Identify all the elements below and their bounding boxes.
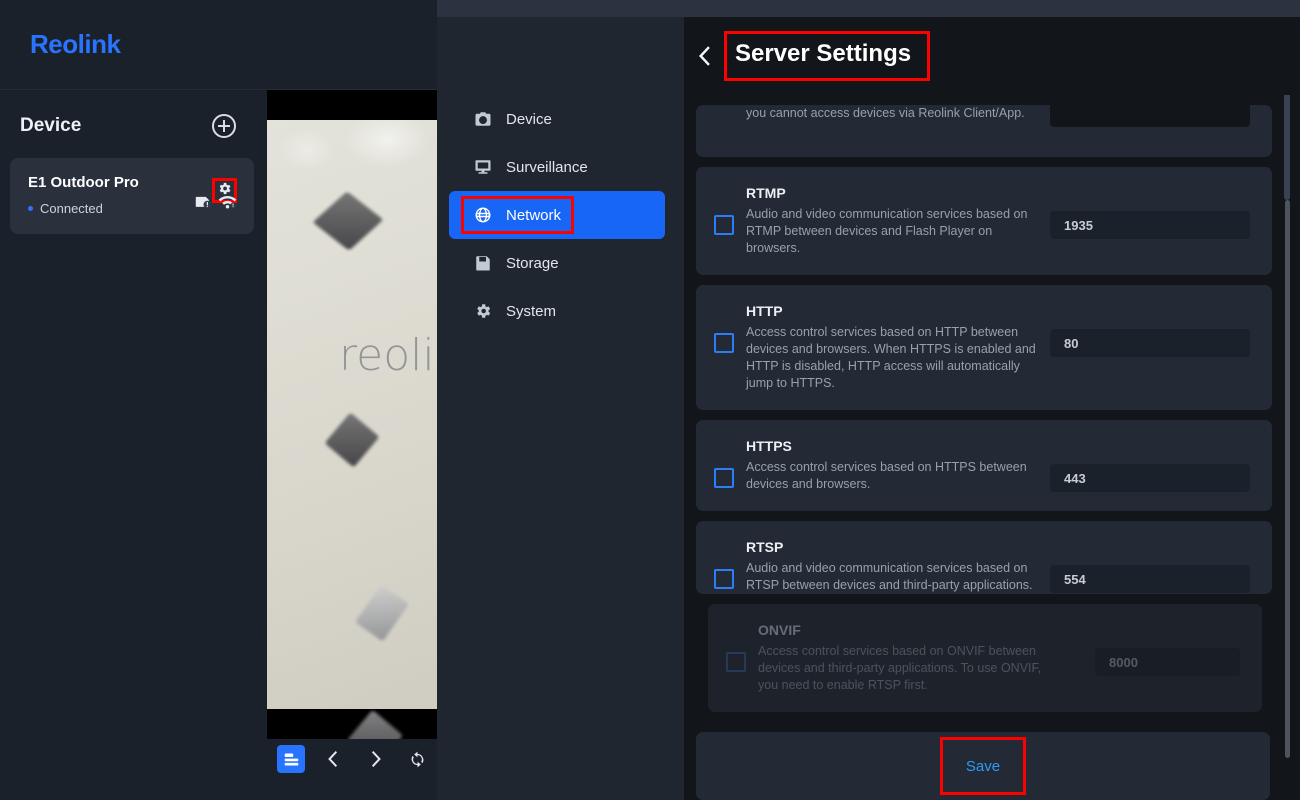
save-button[interactable]: Save	[943, 740, 1023, 792]
sidebar-item-label: Network	[506, 206, 562, 224]
http-description: Access control services based on HTTP be…	[746, 325, 1036, 390]
partial-card-uid: you cannot access devices via Reolink Cl…	[696, 105, 1272, 157]
rtmp-text: RTMP Audio and video communication servi…	[746, 185, 1050, 257]
scene-object-4	[346, 709, 404, 739]
rtsp-description: Audio and video communication services b…	[746, 561, 1033, 592]
video-preview-panel: reolin	[267, 89, 437, 800]
sd-card-warning-icon	[195, 194, 212, 214]
partial-card-text: you cannot access devices via Reolink Cl…	[746, 105, 1050, 122]
add-device-button[interactable]	[212, 114, 236, 138]
video-player[interactable]: reolin	[267, 90, 437, 739]
device-status-label: Connected	[40, 201, 103, 216]
content-header: Server Settings	[684, 17, 1300, 95]
partial-card-field[interactable]	[1050, 105, 1250, 127]
device-card-icons	[195, 194, 237, 214]
onvif-description: Access control services based on ONVIF b…	[758, 644, 1042, 692]
footer-bar: Save	[696, 732, 1270, 800]
https-checkbox[interactable]	[714, 468, 734, 488]
sidebar-item-label: System	[506, 302, 557, 320]
status-dot	[28, 206, 33, 211]
monitor-icon	[474, 158, 493, 177]
settings-scroll-area[interactable]: you cannot access devices via Reolink Cl…	[684, 17, 1300, 722]
scene-object-1	[312, 191, 384, 251]
rtsp-label: RTSP	[746, 539, 784, 555]
rtmp-port-input[interactable]: 1935	[1050, 211, 1250, 239]
wifi-icon	[218, 194, 237, 214]
device-card-e1-outdoor-pro[interactable]: E1 Outdoor Pro Connected	[10, 158, 254, 234]
brand-bar: Reolink	[0, 0, 437, 88]
sidebar-item-surveillance[interactable]: Surveillance	[449, 143, 665, 191]
layout-button[interactable]	[277, 745, 305, 773]
floppy-disk-icon	[474, 254, 493, 273]
http-port-input[interactable]: 80	[1050, 329, 1250, 357]
http-checkbox[interactable]	[714, 333, 734, 353]
sidebar-item-device[interactable]: Device	[449, 95, 665, 143]
next-button[interactable]	[361, 745, 389, 773]
sidebar-item-system[interactable]: System	[449, 287, 665, 335]
settings-modal: Device Surveillance Network Storage Syst…	[437, 0, 1300, 800]
service-card-https: HTTPS Access control services based on H…	[696, 420, 1272, 511]
globe-icon	[474, 206, 493, 225]
gear-icon	[474, 302, 493, 321]
https-port-input[interactable]: 443	[1050, 464, 1250, 492]
device-sidebar-title: Device	[20, 115, 82, 136]
camera-live-image: reolin	[267, 120, 437, 739]
back-chevron-icon[interactable]	[692, 41, 718, 71]
device-sidebar: Device E1 Outdoor Pro Connected	[0, 89, 266, 800]
refresh-button[interactable]	[403, 745, 431, 773]
previous-button[interactable]	[319, 745, 347, 773]
video-watermark: reolin	[339, 330, 437, 381]
service-card-onvif: ONVIF Access control services based on O…	[708, 604, 1262, 712]
rtmp-description: Audio and video communication services b…	[746, 207, 1028, 255]
sidebar-item-storage[interactable]: Storage	[449, 239, 665, 287]
partial-card-desc: you cannot access devices via Reolink Cl…	[746, 106, 1025, 120]
http-label: HTTP	[746, 303, 783, 319]
content-scrollbar-thumb[interactable]	[1285, 200, 1290, 758]
service-card-rtsp: RTSP Audio and video communication servi…	[696, 521, 1272, 594]
service-card-rtmp: RTMP Audio and video communication servi…	[696, 167, 1272, 275]
onvif-text: ONVIF Access control services based on O…	[758, 622, 1095, 694]
modal-titlebar	[437, 0, 1300, 17]
save-button-highlight: Save	[940, 737, 1026, 795]
reolink-logo: Reolink	[30, 28, 121, 59]
sidebar-item-label: Surveillance	[506, 158, 588, 176]
rtmp-label: RTMP	[746, 185, 786, 201]
rtsp-text: RTSP Audio and video communication servi…	[746, 539, 1050, 594]
rtsp-checkbox[interactable]	[714, 569, 734, 589]
http-text: HTTP Access control services based on HT…	[746, 303, 1050, 392]
scene-object-3	[354, 584, 410, 642]
https-text: HTTPS Access control services based on H…	[746, 438, 1050, 493]
camera-icon	[474, 110, 493, 129]
rtsp-port-input[interactable]: 554	[1050, 565, 1250, 593]
rtmp-checkbox[interactable]	[714, 215, 734, 235]
app-root: Reolink Device E1 Outdoor Pro Connected	[0, 0, 1300, 800]
device-name: E1 Outdoor Pro	[28, 174, 139, 191]
page-title-highlight: Server Settings	[724, 31, 931, 81]
onvif-checkbox[interactable]	[726, 652, 746, 672]
modal-body: Device Surveillance Network Storage Syst…	[437, 17, 1300, 800]
sidebar-item-network[interactable]: Network	[449, 191, 665, 239]
settings-footer: Save	[684, 722, 1300, 800]
onvif-label: ONVIF	[758, 622, 801, 638]
sidebar-item-label: Device	[506, 110, 552, 128]
service-card-http: HTTP Access control services based on HT…	[696, 285, 1272, 410]
page-title: Server Settings	[735, 40, 912, 67]
sidebar-item-label: Storage	[506, 254, 559, 272]
device-sidebar-header: Device	[0, 90, 266, 138]
settings-content: Server Settings you cannot access device…	[684, 17, 1300, 800]
https-description: Access control services based on HTTPS b…	[746, 460, 1027, 491]
scene-object-2	[324, 412, 380, 468]
settings-nav: Device Surveillance Network Storage Syst…	[437, 17, 684, 800]
https-label: HTTPS	[746, 438, 792, 454]
video-toolbar	[267, 745, 437, 773]
onvif-port-input[interactable]: 8000	[1095, 648, 1240, 676]
